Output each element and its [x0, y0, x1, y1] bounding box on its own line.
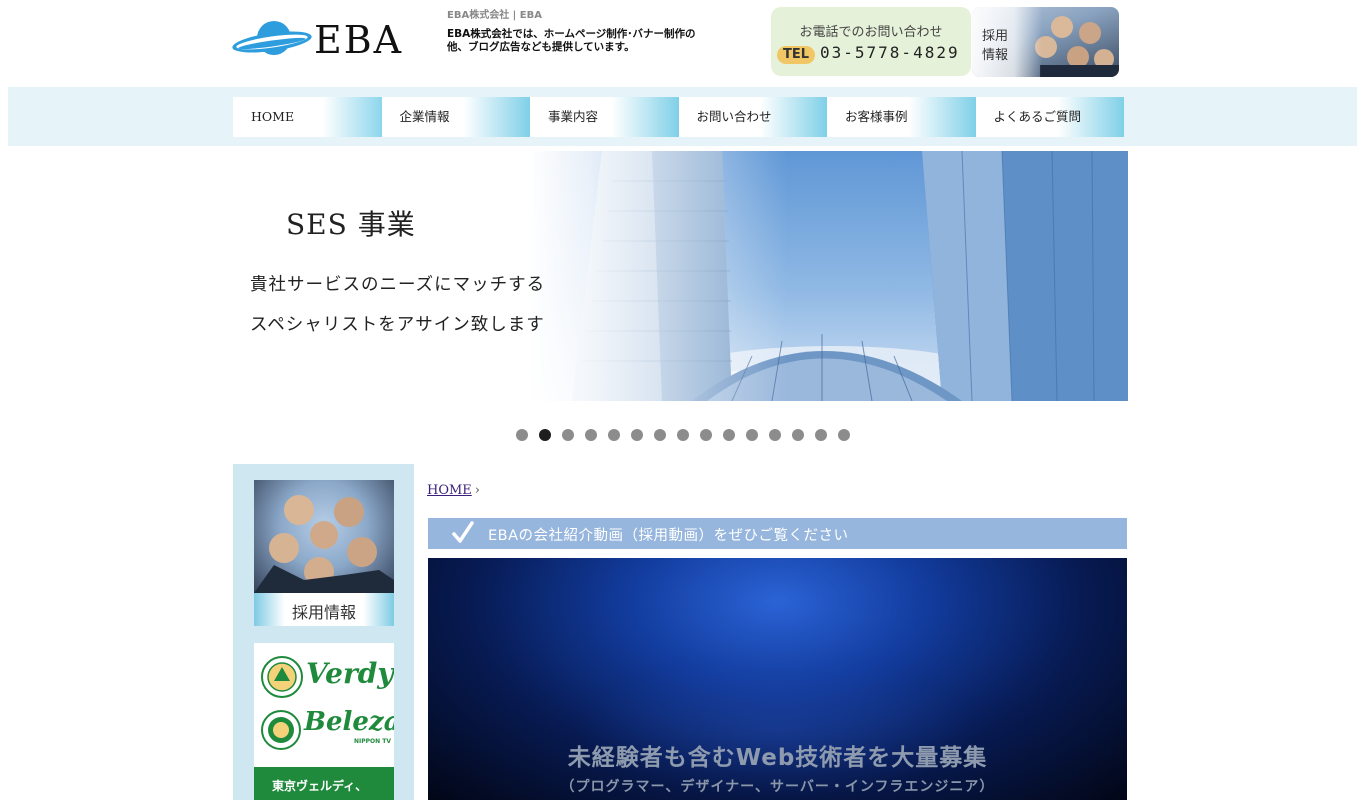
- nav-item-home[interactable]: HOME: [233, 97, 382, 137]
- slider-dot[interactable]: [654, 429, 666, 441]
- sidebar-recruit-label: 採用情報: [291, 603, 356, 622]
- video-caption-sub: （プログラマー、デザイナー、サーバー・インフラエンジニア）: [560, 779, 995, 795]
- recruit-banner[interactable]: 採用情報: [972, 7, 1119, 77]
- contact-label: お電話でのお問い合わせ: [799, 25, 943, 40]
- slider-dot[interactable]: [608, 429, 620, 441]
- slider-dot[interactable]: [746, 429, 758, 441]
- verdy-logo-text: Verdy: [306, 657, 394, 690]
- phone-contact-box[interactable]: お電話でのお問い合わせ TEL 03-5778-4829: [771, 7, 971, 76]
- logo-text: EBA: [314, 18, 404, 62]
- nav-item-company[interactable]: 企業情報: [381, 97, 530, 137]
- tel-number: 03-5778-4829: [820, 43, 960, 62]
- company-video-player[interactable]: 未経験者も含むWeb技術者を大量募集 （プログラマー、デザイナー、サーバー・イン…: [428, 558, 1127, 800]
- nav-item-business[interactable]: 事業内容: [530, 97, 679, 137]
- slider-dot[interactable]: [539, 429, 551, 441]
- site-title: EBA株式会社 | EBA: [447, 10, 542, 21]
- tel-badge: TEL: [777, 46, 815, 64]
- team-huddle-icon: [254, 495, 394, 593]
- eba-logo[interactable]: EBA: [232, 14, 417, 66]
- main-nav: HOME 企業情報 事業内容 お問い合わせ お客様事例 よくあるご質問: [233, 97, 1124, 137]
- team-photo: [254, 480, 394, 593]
- verdy-caption: 東京ヴェルディ、: [254, 767, 394, 800]
- site-description: EBA株式会社では、ホームページ制作･バナー制作の他、ブログ広告なども提供してい…: [447, 28, 696, 53]
- slider-dot[interactable]: [815, 429, 827, 441]
- slider-dot[interactable]: [700, 429, 712, 441]
- sidebar-recruit-banner[interactable]: 採用情報: [254, 480, 394, 626]
- hero-line-2: スペシャリストをアサイン致します: [250, 315, 545, 335]
- slider-dot[interactable]: [677, 429, 689, 441]
- beleza-logo-text: Beleza: [304, 707, 394, 737]
- slider-dot[interactable]: [516, 429, 528, 441]
- nav-item-contact[interactable]: お問い合わせ: [678, 97, 827, 137]
- video-caption-main: 未経験者も含むWeb技術者を大量募集: [567, 745, 988, 771]
- hero-line-1: 貴社サービスのニーズにマッチする: [250, 275, 546, 295]
- checkmark-icon: [452, 521, 474, 543]
- planet-icon: [232, 21, 312, 55]
- slider-dot[interactable]: [769, 429, 781, 441]
- breadcrumb-home-link[interactable]: HOME: [427, 483, 472, 498]
- sidebar-verdy-banner[interactable]: Verdy Beleza NIPPON TV 東京ヴェルディ、: [254, 643, 394, 800]
- section-heading: EBAの会社紹介動画（採用動画）をぜひご覧ください: [428, 518, 1127, 549]
- beleza-crest-icon: [261, 710, 301, 750]
- section-title: EBAの会社紹介動画（採用動画）をぜひご覧ください: [488, 528, 849, 544]
- nav-item-faq[interactable]: よくあるご質問: [975, 97, 1124, 137]
- slider-dot[interactable]: [562, 429, 574, 441]
- hero-slider[interactable]: SES 事業 貴社サービスのニーズにマッチする スペシャリストをアサイン致します: [232, 151, 1128, 401]
- verdy-crest-icon: [261, 656, 303, 698]
- slider-dot[interactable]: [585, 429, 597, 441]
- nav-item-cases[interactable]: お客様事例: [827, 97, 976, 137]
- site-header: EBA EBA株式会社 | EBA EBA株式会社では、ホームページ制作･バナー…: [0, 0, 1365, 86]
- slider-dot[interactable]: [631, 429, 643, 441]
- hero-title: SES 事業: [286, 208, 416, 241]
- nippon-tv-text: NIPPON TV: [354, 738, 391, 745]
- breadcrumb: HOME ›: [427, 483, 480, 498]
- recruit-banner-label: 採用情報: [982, 29, 1009, 63]
- slider-dot[interactable]: [723, 429, 735, 441]
- slider-dot[interactable]: [792, 429, 804, 441]
- sidebar: 採用情報 Verdy Beleza NIPPON TV 東京ヴェルディ、: [233, 464, 414, 800]
- chevron-right-icon: ›: [474, 483, 480, 498]
- slider-dots: [516, 429, 850, 441]
- slider-dot[interactable]: [838, 429, 850, 441]
